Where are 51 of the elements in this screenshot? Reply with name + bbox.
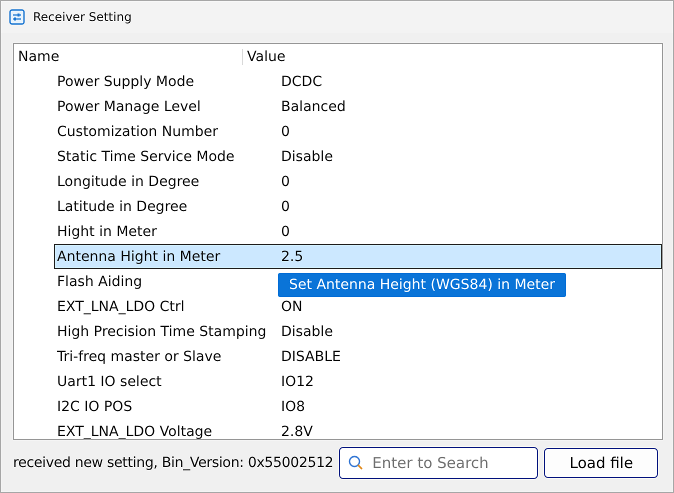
setting-name: EXT_LNA_LDO Ctrl [56, 298, 186, 314]
setting-value: ON [281, 298, 302, 314]
setting-value: 0 [281, 224, 290, 240]
load-file-button[interactable]: Load file [544, 448, 658, 478]
setting-value: IO8 [281, 398, 306, 414]
setting-name: Latitude in Degree [56, 198, 188, 214]
search-icon [348, 455, 364, 471]
table-row[interactable]: Tri-freq master or Slave DISABLE [54, 344, 662, 369]
sliders-icon [9, 9, 25, 25]
setting-value: Balanced [281, 98, 346, 114]
table-row[interactable]: Power Supply Mode DCDC [54, 69, 662, 94]
table-row[interactable]: Hight in Meter 0 [54, 219, 662, 244]
setting-value: DCDC [281, 74, 322, 90]
setting-value: 2.5 [281, 248, 304, 264]
setting-name: Power Manage Level [56, 98, 202, 114]
column-header[interactable]: Name [14, 48, 242, 64]
table-row[interactable]: Uart1 IO select IO12 [54, 369, 662, 394]
status-message: received new setting, Bin_Version: 0x55002512 [13, 455, 334, 471]
setting-name: Antenna Hight in Meter [56, 248, 222, 264]
setting-value: 2.8V [281, 424, 313, 439]
setting-name: Uart1 IO select [56, 374, 163, 390]
table-row[interactable]: I2C IO POS IO8 [54, 394, 662, 419]
setting-value: Disable [281, 324, 333, 340]
search-field[interactable]: Enter to Search [339, 447, 538, 479]
setting-name: Customization Number [56, 124, 219, 140]
setting-name: Static Time Service Mode [56, 148, 236, 164]
setting-name: Power Supply Mode [56, 74, 196, 90]
table-row[interactable]: Customization Number 0 [54, 119, 662, 144]
table-row[interactable]: EXT_LNA_LDO Voltage 2.8V [54, 419, 662, 439]
setting-value: 0 [281, 174, 290, 190]
setting-name: Hight in Meter [56, 224, 158, 240]
column-header[interactable]: Value [242, 48, 286, 64]
table-row[interactable]: EXT_LNA_LDO Ctrl ON [54, 294, 662, 319]
setting-value: DISABLE [281, 348, 341, 364]
table-row[interactable]: Static Time Service Mode Disable [54, 144, 662, 169]
setting-name: EXT_LNA_LDO Voltage [56, 424, 214, 439]
window-title: Receiver Setting [33, 10, 132, 24]
table-row[interactable]: High Precision Time Stamping Disable [54, 319, 662, 344]
table-row[interactable]: Antenna Hight in Meter 2.5 [54, 244, 662, 269]
setting-name: I2C IO POS [56, 398, 134, 414]
setting-value: Disable [281, 148, 333, 164]
setting-name: Longitude in Degree [56, 174, 200, 190]
table-row[interactable]: Power Manage Level Balanced [54, 94, 662, 119]
tooltip: Set Antenna Height (WGS84) in Meter [278, 273, 566, 297]
setting-value: IO12 [281, 374, 314, 390]
setting-value: 0 [281, 124, 290, 140]
setting-value: 0 [281, 198, 290, 214]
setting-name: Tri-freq master or Slave [56, 348, 222, 364]
setting-name: High Precision Time Stamping [56, 324, 268, 340]
table-row[interactable]: Longitude in Degree 0 [54, 169, 662, 194]
table-row[interactable]: Latitude in Degree 0 [54, 194, 662, 219]
